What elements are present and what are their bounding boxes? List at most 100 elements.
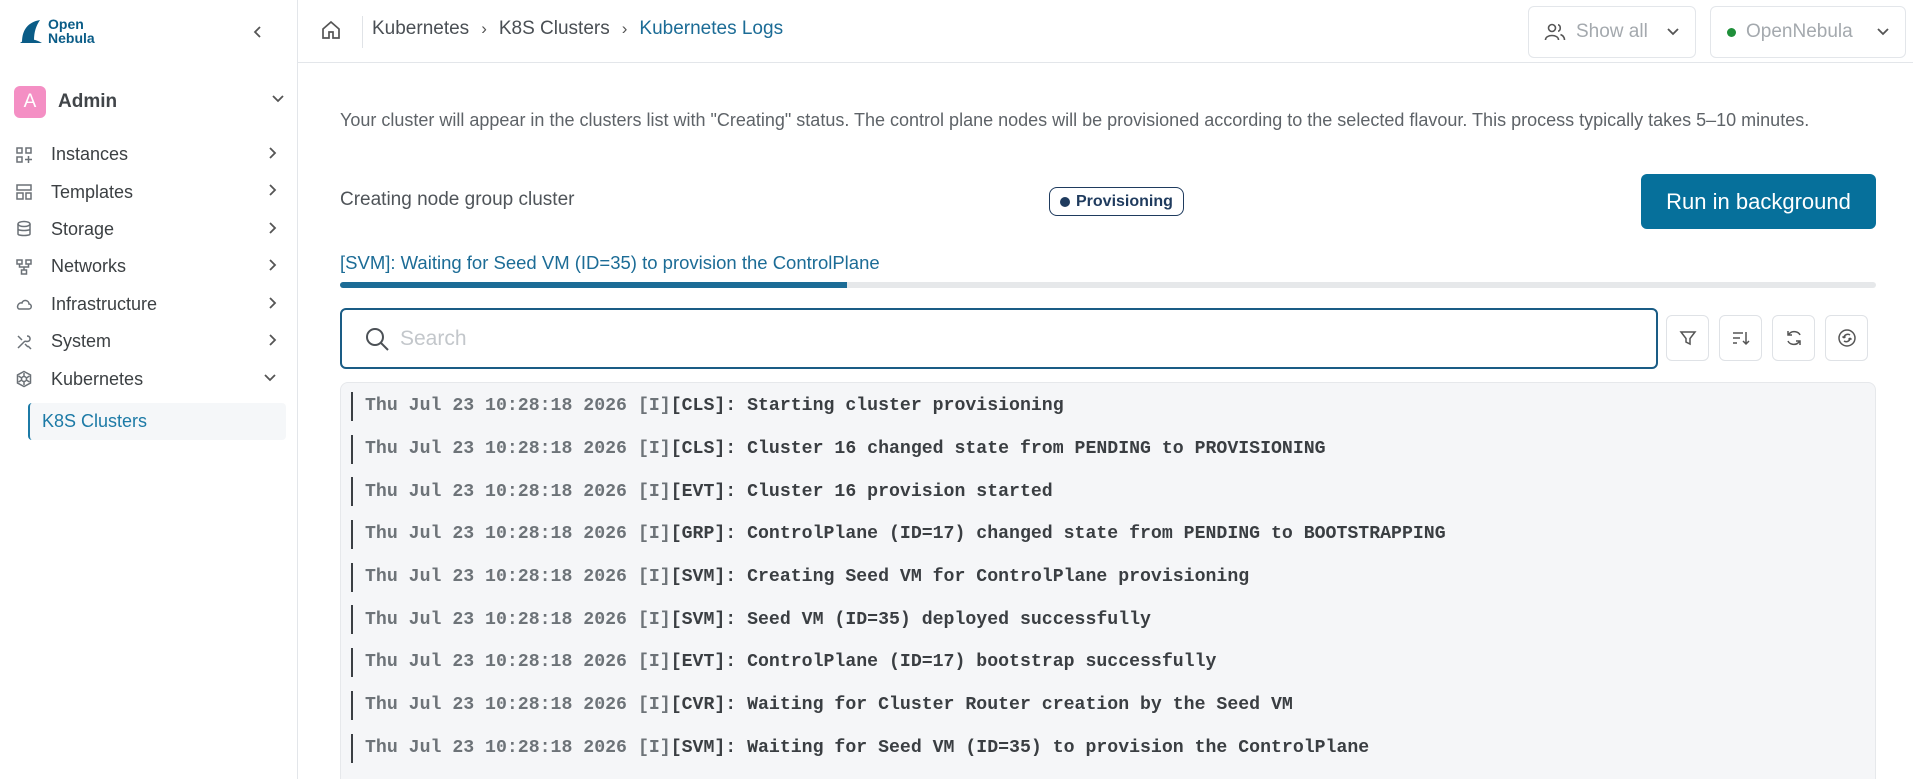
networks-icon (14, 257, 34, 277)
log-message: [GRP]: ControlPlane (ID=17) changed stat… (670, 524, 1446, 545)
chevron-down-icon (272, 95, 284, 103)
chevron-right-icon (269, 147, 277, 159)
log-line: Thu Jul 23 10:28:18 2026 [I] [CVR]: Waitin… (341, 684, 1875, 727)
tools-icon (14, 332, 34, 352)
logo-text-line2: Nebula (48, 30, 95, 46)
sort-icon (1732, 332, 1750, 346)
log-timestamp: Thu Jul 23 10:28:18 2026 (365, 481, 627, 502)
kubernetes-icon (14, 369, 34, 389)
chevron-right-icon: › (621, 19, 628, 38)
sidebar-item-label: Kubernetes (51, 368, 144, 389)
log-level: [I] (637, 737, 671, 758)
logo-text-line1: Open (48, 16, 84, 32)
scroll-follow-icon (1837, 329, 1856, 347)
show-all-filter-button[interactable]: Show all (1528, 6, 1696, 58)
sidebar-item-kubernetes[interactable]: Kubernetes (14, 360, 286, 397)
log-timestamp: Thu Jul 23 10:28:18 2026 (365, 567, 627, 588)
log-line: Thu Jul 23 10:28:18 2026 [I] [CLS]: Starti… (341, 385, 1875, 428)
templates-icon (14, 182, 34, 202)
log-line: Thu Jul 23 10:28:18 2026 [I] [GRP]: Contro… (341, 513, 1875, 556)
chevron-right-icon (269, 296, 277, 309)
collapse-sidebar-button[interactable] (246, 20, 270, 44)
logo-icon (20, 20, 42, 43)
log-level: [I] (637, 695, 671, 716)
sidebar-item-storage[interactable]: Storage (14, 211, 286, 248)
sidebar-subitem-label: K8S Clusters (42, 411, 148, 431)
sidebar-item-instances[interactable]: Instances (14, 136, 286, 173)
current-step-text: [SVM]: Waiting for Seed VM (ID=35) to pr… (340, 252, 880, 273)
avatar: A (14, 86, 46, 118)
task-label: Creating node group cluster (340, 189, 575, 210)
breadcrumb-k8s-clusters[interactable]: K8S Clusters (499, 18, 610, 40)
home-button[interactable] (320, 19, 344, 43)
cloud-icon (14, 294, 34, 314)
sidebar-subitem-k8s-clusters[interactable]: K8S Clusters (28, 403, 286, 440)
log-line: Thu Jul 23 10:28:18 2026 [I] [CLS]: Cluste… (341, 428, 1875, 471)
progress-bar (340, 282, 1876, 288)
log-timestamp: Thu Jul 23 10:28:18 2026 (365, 609, 627, 630)
zone-label: OpenNebula (1746, 21, 1853, 42)
log-line: Thu Jul 23 10:28:18 2026 [I] [SVM]: Creati… (341, 556, 1875, 599)
sidebar-item-networks[interactable]: Networks (14, 248, 286, 285)
user-menu[interactable]: A Admin (14, 86, 286, 118)
log-timestamp: Thu Jul 23 10:28:18 2026 (365, 652, 627, 673)
log-level: [I] (637, 652, 671, 673)
log-line: Thu Jul 23 10:28:18 2026 [I] [SVM]: Waitin… (341, 727, 1875, 770)
log-timestamp: Thu Jul 23 10:28:18 2026 (365, 524, 627, 545)
refresh-button[interactable] (1772, 315, 1815, 361)
breadcrumb-kubernetes-logs: Kubernetes Logs (639, 18, 784, 39)
log-message: [CLS]: Cluster 16 changed state from PEN… (670, 439, 1326, 460)
log-level: [I] (637, 609, 671, 630)
home-icon (322, 20, 340, 39)
log-message: [SVM]: Seed VM (ID=35) deployed successf… (670, 609, 1151, 630)
log-panel[interactable]: Thu Jul 23 10:28:18 2026 [I] [CLS]: Starti… (340, 382, 1876, 779)
show-all-label: Show all (1576, 21, 1648, 42)
info-text: Your cluster will appear in the clusters… (340, 110, 1810, 130)
search-box[interactable] (340, 308, 1658, 369)
zone-status-dot (1727, 27, 1736, 37)
sidebar-item-label: Storage (51, 218, 115, 239)
sidebar-item-infrastructure[interactable]: Infrastructure (14, 286, 286, 323)
run-in-background-button[interactable]: Run in background (1641, 174, 1876, 229)
chevron-right-icon: › (481, 19, 487, 38)
user-name: Admin (58, 91, 118, 112)
log-message: [SVM]: Creating Seed VM for ControlPlane… (670, 567, 1250, 588)
log-level: [I] (637, 524, 671, 545)
chevron-down-icon (264, 374, 276, 382)
sidebar-item-label: System (51, 331, 112, 352)
storage-icon (14, 219, 34, 239)
chevron-right-icon (269, 259, 277, 271)
chevron-right-icon (269, 334, 277, 346)
log-message: [EVT]: ControlPlane (ID=17) bootstrap su… (670, 652, 1217, 673)
breadcrumb: Kubernetes › K8S Clusters › Kubernetes L… (372, 18, 783, 40)
status-dot (1060, 196, 1070, 207)
log-level: [I] (637, 396, 671, 417)
status-text: Provisioning (1076, 192, 1173, 210)
opennebula-logo[interactable]: Open Nebula (18, 16, 95, 46)
follow-logs-button[interactable] (1825, 315, 1868, 361)
sidebar: Open Nebula A Admin Instances Templates … (0, 0, 298, 779)
chevron-right-icon (269, 222, 277, 234)
instances-icon (14, 145, 34, 165)
log-timestamp: Thu Jul 23 10:28:18 2026 (365, 439, 627, 460)
app-root: Open Nebula A Admin Instances Templates … (0, 0, 1913, 779)
sidebar-nav: Instances Templates Storage Networks Inf… (14, 136, 286, 398)
chevron-down-icon (1667, 28, 1679, 36)
sidebar-item-label: Instances (51, 144, 129, 165)
progress-fill (340, 282, 847, 288)
divider (362, 16, 363, 48)
search-input[interactable] (400, 326, 1600, 351)
sidebar-item-templates[interactable]: Templates (14, 173, 286, 210)
sidebar-item-label: Networks (51, 256, 127, 277)
zone-selector[interactable]: OpenNebula (1710, 6, 1906, 58)
log-message: [EVT]: Cluster 16 provision started (670, 481, 1053, 502)
sidebar-item-system[interactable]: System (14, 323, 286, 360)
log-level: [I] (637, 567, 671, 588)
log-message: [CVR]: Waiting for Cluster Router creati… (670, 695, 1293, 716)
log-line: Thu Jul 23 10:28:18 2026 [I] [EVT]: Cluste… (341, 470, 1875, 513)
log-level: [I] (637, 481, 671, 502)
sort-button[interactable] (1719, 315, 1762, 361)
breadcrumb-kubernetes[interactable]: Kubernetes (372, 18, 469, 40)
filter-button[interactable] (1666, 315, 1709, 361)
log-timestamp: Thu Jul 23 10:28:18 2026 (365, 695, 627, 716)
